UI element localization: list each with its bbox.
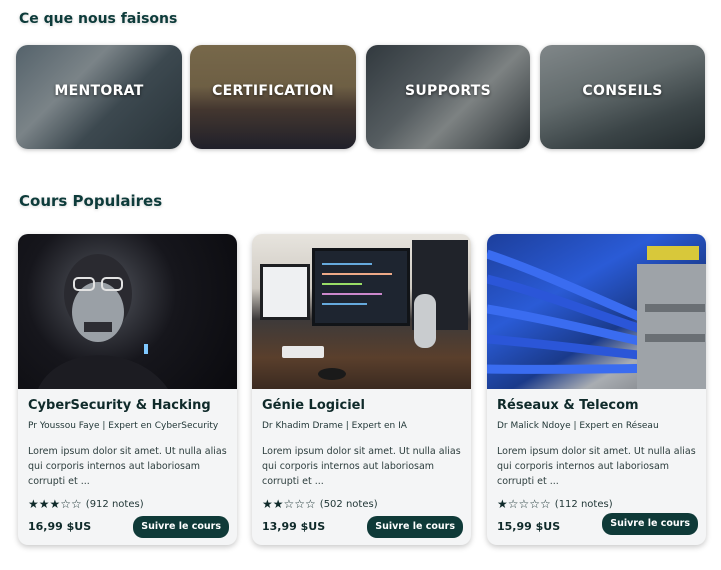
course-price: 15,99 $US: [497, 520, 561, 533]
course-title: CyberSecurity & Hacking: [28, 398, 211, 413]
course-price: 13,99 $US: [262, 520, 326, 533]
service-tile-certification[interactable]: CERTIFICATION: [190, 45, 356, 149]
service-tile-conseils[interactable]: CONSEILS: [540, 45, 705, 149]
course-card-genie-logiciel[interactable]: Génie Logiciel Dr Khadim Drame | Expert …: [252, 234, 471, 545]
star-rating-icon: ★☆☆☆☆: [497, 497, 551, 511]
course-image-network-cables: [487, 234, 706, 389]
course-price: 16,99 $US: [28, 520, 92, 533]
rating-count: (112 notes): [554, 498, 613, 510]
service-tile-label: MENTORAT: [54, 83, 144, 99]
course-author: Dr Malick Ndoye | Expert en Réseau: [497, 421, 659, 431]
service-tile-label: SUPPORTS: [404, 83, 492, 99]
course-rating: ★★★☆☆ (912 notes): [28, 497, 144, 511]
course-description: Lorem ipsum dolor sit amet. Ut nulla ali…: [28, 446, 227, 487]
course-rating: ★☆☆☆☆ (112 notes): [497, 497, 613, 511]
course-author: Dr Khadim Drame | Expert en IA: [262, 421, 407, 431]
service-tile-mentorat[interactable]: MENTORAT: [16, 45, 182, 149]
star-rating-icon: ★★☆☆☆: [262, 497, 316, 511]
course-card-reseaux[interactable]: Réseaux & Telecom Dr Malick Ndoye | Expe…: [487, 234, 706, 545]
course-title: Génie Logiciel: [262, 398, 365, 413]
course-description: Lorem ipsum dolor sit amet. Ut nulla ali…: [262, 446, 461, 487]
follow-course-button[interactable]: Suivre le cours: [367, 516, 463, 538]
follow-course-button[interactable]: Suivre le cours: [133, 516, 229, 538]
services-section-title: Ce que nous faisons: [19, 11, 178, 27]
course-description: Lorem ipsum dolor sit amet. Ut nulla ali…: [497, 446, 696, 487]
course-card-cybersecurity[interactable]: CyberSecurity & Hacking Pr Youssou Faye …: [18, 234, 237, 545]
service-tile-label: CERTIFICATION: [212, 83, 334, 99]
course-image-workstation: [252, 234, 471, 389]
hacker-illustration: [38, 254, 168, 389]
service-tile-supports[interactable]: SUPPORTS: [366, 45, 530, 149]
star-rating-icon: ★★★☆☆: [28, 497, 82, 511]
network-cables-illustration: [487, 246, 706, 389]
workstation-illustration: [260, 240, 468, 380]
course-image-hacker: [18, 234, 237, 389]
course-rating: ★★☆☆☆ (502 notes): [262, 497, 378, 511]
follow-course-button[interactable]: Suivre le cours: [602, 513, 698, 535]
rating-count: (502 notes): [319, 498, 378, 510]
courses-section-title: Cours Populaires: [19, 192, 163, 210]
rating-count: (912 notes): [85, 498, 144, 510]
course-title: Réseaux & Telecom: [497, 398, 639, 413]
service-tile-label: CONSEILS: [582, 83, 663, 99]
course-author: Pr Youssou Faye | Expert en CyberSecurit…: [28, 421, 219, 431]
